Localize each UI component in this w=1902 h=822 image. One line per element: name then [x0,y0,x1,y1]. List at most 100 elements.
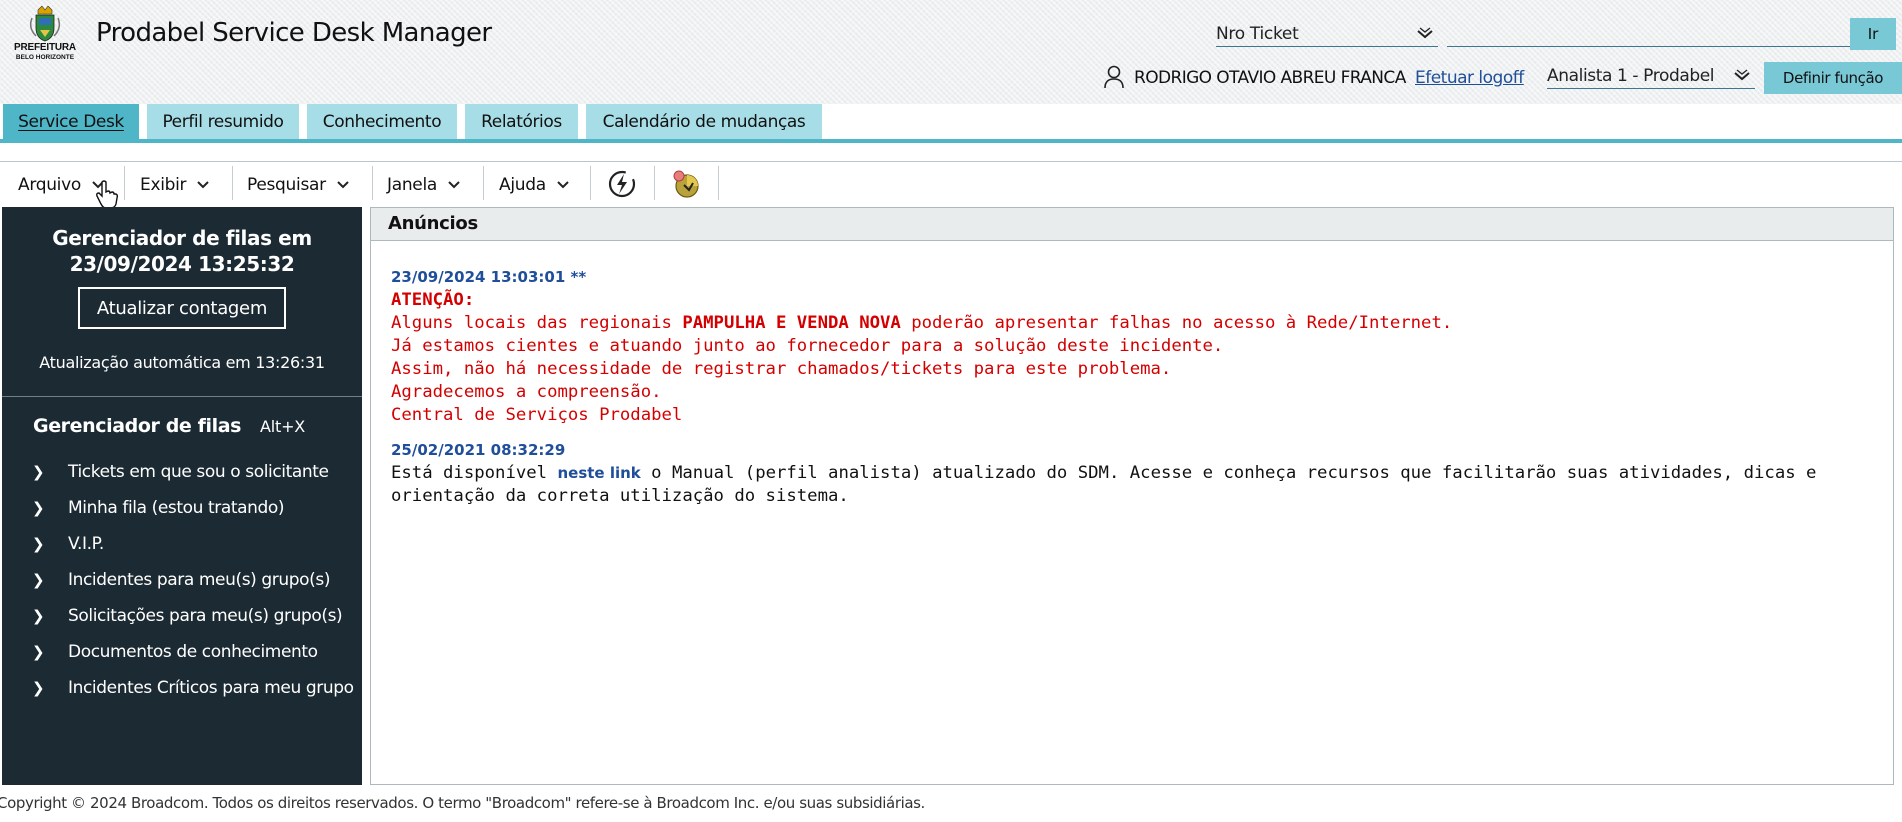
chevron-down-icon [447,175,461,195]
announcement-icon[interactable] [670,168,702,200]
announcement-emphasis: PAMPULHA E VENDA NOVA [682,313,901,333]
announcements-body: 23/09/2024 13:03:01 ** ATENÇÃO: Alguns l… [391,266,1879,508]
title-line2: 23/09/2024 13:25:32 [69,252,295,276]
menu-bar: Arquivo Exibir Pesquisar Janela Ajuda [0,161,1902,208]
announcement-date: 23/09/2024 13:03:01 ** [391,268,587,286]
menu-label: Janela [387,175,438,195]
tab-label: Service Desk [18,112,124,132]
tab-perfil-resumido[interactable]: Perfil resumido [147,104,299,140]
copyright-footer: Copyright © 2024 Broadcom. Todos os dire… [0,794,925,812]
user-icon [1103,65,1125,89]
queue-item-label: Solicitações para meu(s) grupo(s) [68,606,343,626]
announcement-line: Está disponível neste link o Manual (per… [391,462,1879,508]
menu-label: Arquivo [18,175,81,195]
queue-item-solicitacoes-grupos[interactable]: ❯ Solicitações para meu(s) grupo(s) [32,603,343,629]
tab-service-desk[interactable]: Service Desk [3,104,139,140]
queue-item-vip[interactable]: ❯ V.I.P. [32,531,104,557]
menu-separator [590,166,591,200]
hand-cursor-icon [95,180,119,210]
refresh-count-button[interactable]: Atualizar contagem [78,287,286,329]
app-header: PREFEITURA BELO HORIZONTE Prodabel Servi… [0,0,1902,104]
logo-line1: PREFEITURA [14,42,76,53]
chevron-down-icon [336,175,350,195]
chevron-down-icon [1416,26,1434,46]
announcement-line: Já estamos cientes e atuando junto ao fo… [391,336,1224,356]
queue-manager-shortcut: Alt+X [260,417,306,436]
announcement-line: Agradecemos a compreensão. [391,382,662,402]
role-select[interactable]: Analista 1 - Prodabel [1547,66,1755,89]
chevron-down-icon [196,175,210,195]
main-tabs: Service Desk Perfil resumido Conheciment… [0,104,1902,140]
announcement-text: poderão apresentar falhas no acesso à Re… [900,313,1453,333]
tab-conhecimento[interactable]: Conhecimento [307,104,457,140]
tab-label: Calendário de mudanças [602,112,806,132]
tab-underline [0,139,1902,143]
tab-label: Relatórios [481,112,562,132]
chevron-down-icon [556,175,570,195]
menu-separator [483,166,484,200]
user-name: RODRIGO OTAVIO ABREU FRANCA [1134,68,1406,88]
queue-item-minha-fila[interactable]: ❯ Minha fila (estou tratando) [32,495,285,521]
chevron-right-icon: ❯ [32,679,45,697]
announcement-line: Central de Serviços Prodabel [391,405,683,425]
announcement-text: Está disponível [391,463,558,483]
menu-label: Pesquisar [247,175,326,195]
logoff-link[interactable]: Efetuar logoff [1415,68,1524,88]
manual-link[interactable]: neste link [557,464,640,482]
menu-separator [232,166,233,200]
queue-sidebar: Gerenciador de filas em 23/09/2024 13:25… [2,207,362,785]
tab-calendario-mudancas[interactable]: Calendário de mudanças [586,104,822,140]
menu-separator [718,166,719,200]
ticket-type-select[interactable]: Nro Ticket [1216,24,1438,47]
queue-item-documentos[interactable]: ❯ Documentos de conhecimento [32,639,318,665]
go-button[interactable]: Ir [1850,18,1896,50]
title-line1: Gerenciador de filas em [52,226,312,250]
announcement-line: Alguns locais das regionais PAMPULHA E V… [391,312,1879,335]
define-role-button[interactable]: Definir função [1764,62,1902,94]
announcements-panel: Anúncios 23/09/2024 13:03:01 ** ATENÇÃO:… [370,207,1894,785]
chevron-right-icon: ❯ [32,607,45,625]
announcements-header: Anúncios [371,208,1893,241]
chevron-down-icon [1733,68,1751,88]
menu-arquivo[interactable]: Arquivo [18,162,105,208]
menu-janela[interactable]: Janela [387,162,461,208]
menu-exibir[interactable]: Exibir [140,162,210,208]
queue-manager-title: Gerenciador de filas em 23/09/2024 13:25… [2,225,362,277]
chevron-right-icon: ❯ [32,571,45,589]
tab-label: Conhecimento [322,112,442,132]
menu-label: Ajuda [499,175,546,195]
queue-item-label: Incidentes Críticos para meu grupo [68,678,354,698]
chevron-right-icon: ❯ [32,499,45,517]
menu-separator [654,166,655,200]
queue-item-label: Tickets em que sou o solicitante [68,462,329,482]
announcement-text: Alguns locais das regionais [391,313,683,333]
queue-item-label: Incidentes para meu(s) grupo(s) [68,570,331,590]
announcement-attention: ATENÇÃO: [391,290,475,310]
queue-manager-label[interactable]: Gerenciador de filas [33,415,241,437]
chevron-right-icon: ❯ [32,535,45,553]
chevron-right-icon: ❯ [32,643,45,661]
announcement-date: 25/02/2021 08:32:29 [391,441,566,459]
quick-action-icon[interactable] [606,168,638,200]
menu-ajuda[interactable]: Ajuda [499,162,570,208]
sidebar-divider [2,396,362,397]
menu-pesquisar[interactable]: Pesquisar [247,162,350,208]
tab-relatorios[interactable]: Relatórios [465,104,578,140]
coat-of-arms-icon [29,5,61,42]
menu-label: Exibir [140,175,187,195]
queue-item-label: Documentos de conhecimento [68,642,318,662]
announcement-line: Assim, não há necessidade de registrar c… [391,359,1172,379]
menu-separator [372,166,373,200]
queue-item-incidentes-grupos[interactable]: ❯ Incidentes para meu(s) grupo(s) [32,567,330,593]
menu-separator [124,166,125,200]
queue-item-label: Minha fila (estou tratando) [68,498,285,518]
queue-item-incidentes-criticos[interactable]: ❯ Incidentes Críticos para meu grupo [32,675,354,701]
prefeitura-logo[interactable]: PREFEITURA BELO HORIZONTE [12,5,78,64]
auto-update-text: Atualização automática em 13:26:31 [39,353,325,372]
chevron-right-icon: ❯ [32,463,45,481]
logo-line2: BELO HORIZONTE [15,54,75,61]
tab-label: Perfil resumido [162,112,284,132]
ticket-number-input[interactable] [1447,24,1895,47]
queue-item-tickets-solicitante[interactable]: ❯ Tickets em que sou o solicitante [32,459,329,485]
role-value: Analista 1 - Prodabel [1547,66,1715,86]
